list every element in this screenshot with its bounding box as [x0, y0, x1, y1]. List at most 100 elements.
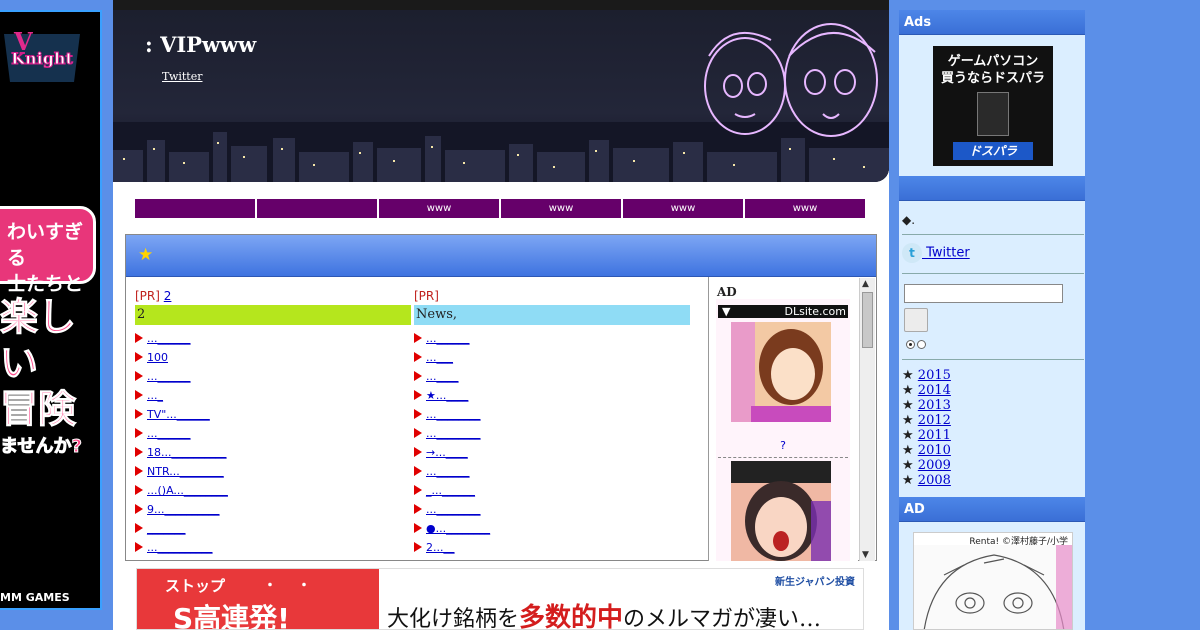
- article-link[interactable]: ●...________: [426, 522, 490, 535]
- article-link[interactable]: _...______: [426, 484, 475, 497]
- article-list-item[interactable]: ...________: [414, 424, 690, 443]
- article-list-item[interactable]: ...______: [414, 329, 690, 348]
- article-list-item[interactable]: ..._: [135, 386, 411, 405]
- article-link[interactable]: ...______: [426, 332, 470, 345]
- article-list-item[interactable]: ...__________: [135, 538, 411, 557]
- left-pr-link[interactable]: 2: [164, 289, 172, 303]
- header-twitter-link[interactable]: Twitter: [162, 70, 203, 83]
- article-list-item[interactable]: ...()A...________: [135, 481, 411, 500]
- article-list-item[interactable]: ...______: [135, 424, 411, 443]
- scroll-down-icon[interactable]: ▼: [862, 550, 869, 560]
- red-triangle-bullet-icon: [135, 542, 143, 552]
- article-link[interactable]: ...()A...________: [147, 484, 228, 497]
- sidebar-twitter-row[interactable]: t Twitter: [902, 243, 970, 263]
- site-title[interactable]: : VIPwww: [145, 32, 256, 57]
- nav-item-4[interactable]: www: [501, 199, 621, 218]
- article-list-item[interactable]: 100: [135, 348, 411, 367]
- article-list-item[interactable]: ...___: [414, 348, 690, 367]
- archive-year-link[interactable]: 2013: [918, 398, 951, 413]
- archive-year-link[interactable]: 2011: [918, 428, 951, 443]
- archive-item[interactable]: ★ 2014: [902, 383, 951, 398]
- ad-thumbnail-2[interactable]: [731, 461, 831, 561]
- scroll-up-icon[interactable]: ▲: [862, 279, 869, 289]
- archive-item[interactable]: ★ 2011: [902, 428, 951, 443]
- article-link[interactable]: ...__________: [147, 541, 213, 554]
- article-link[interactable]: ...________: [426, 427, 481, 440]
- archive-year-link[interactable]: 2010: [918, 443, 951, 458]
- article-list-item[interactable]: →...____: [414, 443, 690, 462]
- nav-item-2[interactable]: [257, 199, 377, 218]
- manga-ad[interactable]: Renta! ©澤村藤子/小学: [913, 532, 1073, 630]
- archive-year-link[interactable]: 2009: [918, 458, 951, 473]
- archive-item[interactable]: ★ 2015: [902, 368, 951, 383]
- article-link[interactable]: ...______: [147, 370, 191, 383]
- article-link[interactable]: ...______: [426, 465, 470, 478]
- nav-item-1[interactable]: [135, 199, 255, 218]
- article-link[interactable]: ...______: [147, 427, 191, 440]
- article-link[interactable]: 2...__: [426, 541, 455, 554]
- article-link[interactable]: NTR...________: [147, 465, 224, 478]
- ad-caption-link[interactable]: ?: [716, 439, 850, 452]
- search-button[interactable]: [904, 308, 928, 332]
- ad-thumbnail-1[interactable]: [731, 322, 831, 422]
- dospara-ad[interactable]: ゲームパソコン 買うならドスパラ ドスパラ: [933, 46, 1053, 166]
- article-link[interactable]: ..._: [147, 389, 163, 402]
- article-list-item[interactable]: TV"...______: [135, 405, 411, 424]
- nav-item-3[interactable]: www: [379, 199, 499, 218]
- archive-year-link[interactable]: 2015: [918, 368, 951, 383]
- article-link[interactable]: _______: [147, 522, 186, 535]
- star-bullet-icon: ★: [902, 368, 914, 383]
- dlsite-bar[interactable]: ▼ DLsite.com: [718, 305, 848, 318]
- archive-item[interactable]: ★ 2009: [902, 458, 951, 473]
- article-link[interactable]: →...____: [426, 446, 468, 459]
- article-link[interactable]: TV"...______: [147, 408, 210, 421]
- archive-year-link[interactable]: 2008: [918, 473, 951, 488]
- header-character-illustration: [704, 23, 878, 137]
- article-list-item[interactable]: ...________: [414, 500, 690, 519]
- article-link[interactable]: 9...__________: [147, 503, 220, 516]
- left-pr-line: [PR] 2: [135, 289, 411, 305]
- dlsite-ad[interactable]: ▼ DLsite.com ?: [716, 299, 850, 561]
- left-category-header[interactable]: 2: [135, 305, 411, 325]
- sidebar-twitter-link[interactable]: Twitter: [922, 246, 970, 261]
- article-link[interactable]: 18...__________: [147, 446, 227, 459]
- radio-option-1[interactable]: [906, 340, 915, 349]
- radio-option-2[interactable]: [917, 340, 926, 349]
- archive-item[interactable]: ★ 2012: [902, 413, 951, 428]
- article-list-item[interactable]: ★...____: [414, 386, 690, 405]
- article-link[interactable]: ...____: [426, 370, 459, 383]
- article-list-item[interactable]: ...______: [135, 367, 411, 386]
- article-list-item[interactable]: 2...__: [414, 538, 690, 557]
- article-list-item[interactable]: 18...__________: [135, 443, 411, 462]
- search-input[interactable]: [904, 284, 1063, 303]
- article-list-item[interactable]: ...______: [135, 329, 411, 348]
- right-category-header[interactable]: News,: [414, 305, 690, 325]
- article-link[interactable]: ...________: [426, 503, 481, 516]
- article-link[interactable]: ★...____: [426, 389, 468, 402]
- bottom-banner-ad[interactable]: ストップ ・・ S高連発! 新生ジャパン投資 大化け銘柄を多数的中のメルマガが凄…: [136, 568, 864, 630]
- article-list-item[interactable]: 9...__________: [135, 500, 411, 519]
- archive-year-link[interactable]: 2014: [918, 383, 951, 398]
- archive-item[interactable]: ★ 2013: [902, 398, 951, 413]
- archive-item[interactable]: ★ 2010: [902, 443, 951, 458]
- left-skyscraper-ad[interactable]: Knight V わいすぎる 士たちと 楽しい 冒険 ませんか? MM GAME…: [0, 10, 102, 610]
- nav-item-6[interactable]: www: [745, 199, 865, 218]
- article-link[interactable]: ...___: [426, 351, 453, 364]
- archive-year-link[interactable]: 2012: [918, 413, 951, 428]
- article-list-item[interactable]: ...________: [414, 405, 690, 424]
- content-scrollbar[interactable]: ▲ ▼: [859, 278, 875, 561]
- article-list-item[interactable]: _______: [135, 519, 411, 538]
- star-bullet-icon: ★: [902, 473, 914, 488]
- article-list-item[interactable]: NTR...________: [135, 462, 411, 481]
- article-link[interactable]: ...________: [426, 408, 481, 421]
- article-link[interactable]: 100: [147, 351, 168, 364]
- article-list-item[interactable]: _...______: [414, 481, 690, 500]
- article-list-item[interactable]: ●...________: [414, 519, 690, 538]
- article-list-item[interactable]: ...______: [414, 462, 690, 481]
- article-list-item[interactable]: ...____: [414, 367, 690, 386]
- scroll-thumb[interactable]: [862, 292, 873, 348]
- archive-item[interactable]: ★ 2008: [902, 473, 951, 488]
- nav-item-5[interactable]: www: [623, 199, 743, 218]
- red-triangle-bullet-icon: [414, 428, 422, 438]
- article-link[interactable]: ...______: [147, 332, 191, 345]
